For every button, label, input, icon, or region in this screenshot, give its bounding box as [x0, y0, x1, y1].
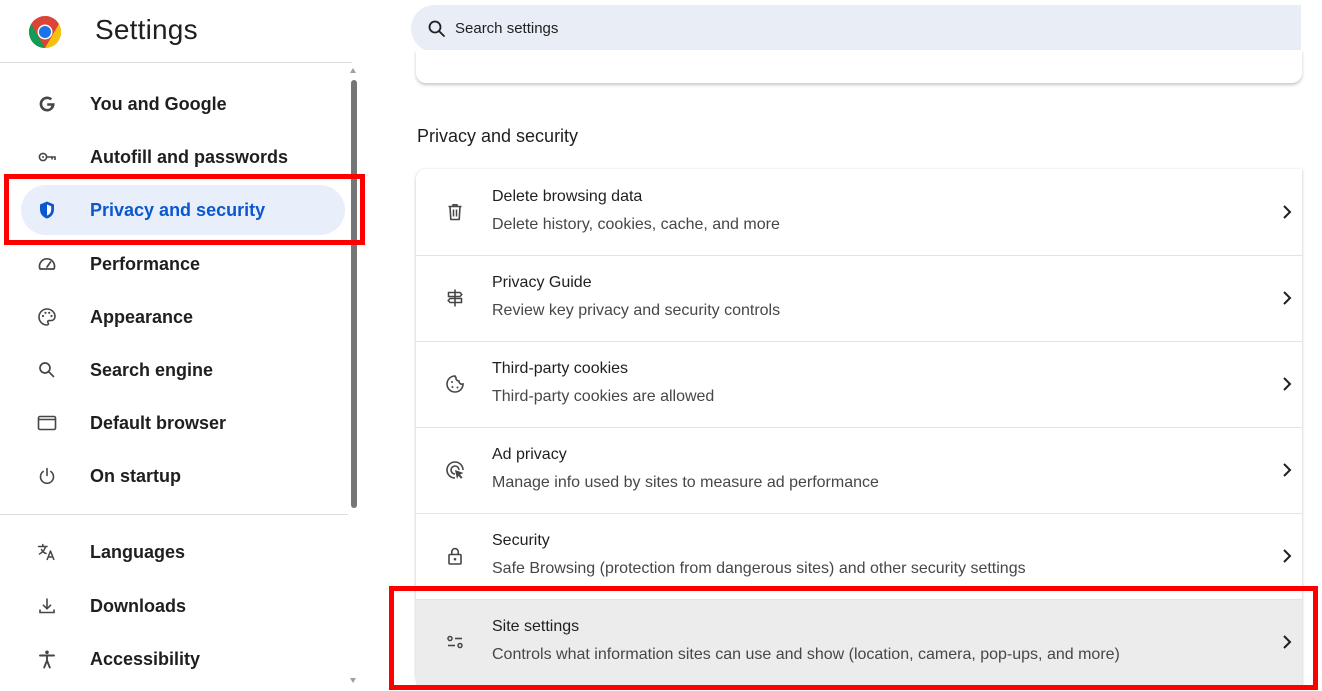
row-subtitle: Review key privacy and security controls [492, 302, 781, 319]
cookie-icon [444, 373, 466, 395]
shield-icon [36, 199, 58, 221]
row-divider [416, 427, 1302, 428]
row-subtitle: Third-party cookies are allowed [492, 388, 715, 405]
ad-target-icon [444, 459, 466, 481]
sidebar-item-performance[interactable]: Performance [21, 239, 345, 289]
row-third-party-cookies[interactable]: Third-party cookies Third-party cookies … [416, 341, 1302, 427]
row-title: Site settings [492, 618, 580, 635]
chevron-right-icon [1283, 205, 1292, 219]
sidebar-item-privacy[interactable]: Privacy and security [21, 185, 345, 235]
sidebar-item-label: Appearance [90, 307, 194, 327]
search-bar[interactable] [411, 5, 1301, 52]
chevron-right-icon [1283, 549, 1292, 563]
browser-window-icon [36, 412, 58, 434]
chrome-logo-icon [28, 16, 62, 49]
search-icon [36, 359, 58, 381]
sidebar-item-label: Performance [90, 254, 201, 274]
row-divider [416, 255, 1302, 256]
key-icon [36, 146, 58, 168]
page-title: Settings [95, 14, 198, 45]
row-site-settings[interactable]: Site settings Controls what information … [416, 599, 1302, 685]
row-subtitle: Manage info used by sites to measure ad … [492, 474, 879, 491]
sidebar-item-autofill[interactable]: Autofill and passwords [21, 132, 345, 182]
sidebar-item-label: Accessibility [90, 649, 201, 669]
row-delete-browsing-data[interactable]: Delete browsing data Delete history, coo… [416, 169, 1302, 255]
speedometer-icon [36, 253, 58, 275]
row-divider [416, 513, 1302, 514]
sidebar-item-you-and-google[interactable]: You and Google [21, 79, 345, 129]
sidebar-item-label: Search engine [90, 360, 214, 380]
scroll-down-arrow-icon[interactable] [350, 678, 356, 683]
search-icon [428, 20, 445, 37]
google-g-icon [36, 93, 58, 115]
sidebar-item-label: Autofill and passwords [90, 147, 289, 167]
privacy-security-card: Delete browsing data Delete history, coo… [416, 169, 1302, 685]
row-privacy-guide[interactable]: Privacy Guide Review key privacy and sec… [416, 255, 1302, 341]
sidebar-item-label: On startup [90, 466, 182, 486]
signpost-icon [444, 287, 466, 309]
sidebar-item-accessibility[interactable]: Accessibility [21, 634, 345, 684]
sidebar-item-languages[interactable]: Languages [21, 527, 345, 577]
chrome-settings-window: Settings You and Google Autofill and pas… [0, 0, 1322, 691]
row-title: Security [492, 532, 550, 549]
sidebar-item-on-startup[interactable]: On startup [21, 451, 345, 501]
previous-section-card [416, 50, 1302, 83]
tune-sliders-icon [444, 631, 466, 653]
chevron-right-icon [1283, 635, 1292, 649]
chevron-right-icon [1283, 291, 1292, 305]
sidebar-item-downloads[interactable]: Downloads [21, 581, 345, 631]
sidebar: You and Google Autofill and passwords Pr… [0, 63, 360, 691]
sidebar-item-label: Default browser [90, 413, 227, 433]
section-title: Privacy and security [417, 126, 579, 146]
row-title: Third-party cookies [492, 360, 629, 377]
sidebar-scroll-thumb[interactable] [351, 80, 357, 508]
chevron-right-icon [1283, 463, 1292, 477]
scroll-up-arrow-icon[interactable] [350, 68, 356, 73]
sidebar-item-label: Downloads [90, 596, 187, 616]
sidebar-item-default-browser[interactable]: Default browser [21, 398, 345, 448]
row-title: Ad privacy [492, 446, 567, 463]
row-title: Delete browsing data [492, 188, 643, 205]
chevron-right-icon [1283, 377, 1292, 391]
row-divider [416, 341, 1302, 342]
row-subtitle: Delete history, cookies, cache, and more [492, 216, 780, 233]
download-icon [36, 595, 58, 617]
sidebar-item-label: Languages [90, 542, 186, 562]
sidebar-divider [0, 514, 348, 515]
lock-icon [444, 545, 466, 567]
row-subtitle: Safe Browsing (protection from dangerous… [492, 560, 1026, 577]
accessibility-icon [36, 648, 58, 670]
sidebar-item-label: Privacy and security [90, 200, 266, 220]
row-security[interactable]: Security Safe Browsing (protection from … [416, 513, 1302, 599]
row-title: Privacy Guide [492, 274, 592, 291]
sidebar-item-label: You and Google [90, 94, 227, 114]
row-ad-privacy[interactable]: Ad privacy Manage info used by sites to … [416, 427, 1302, 513]
power-icon [36, 465, 58, 487]
trash-icon [444, 201, 466, 223]
translate-icon [36, 541, 58, 563]
sidebar-item-search-engine[interactable]: Search engine [21, 345, 345, 395]
row-subtitle: Controls what information sites can use … [492, 646, 1120, 663]
sidebar-item-appearance[interactable]: Appearance [21, 292, 345, 342]
palette-icon [36, 306, 58, 328]
search-input[interactable] [455, 20, 1255, 37]
row-divider [416, 599, 1302, 600]
